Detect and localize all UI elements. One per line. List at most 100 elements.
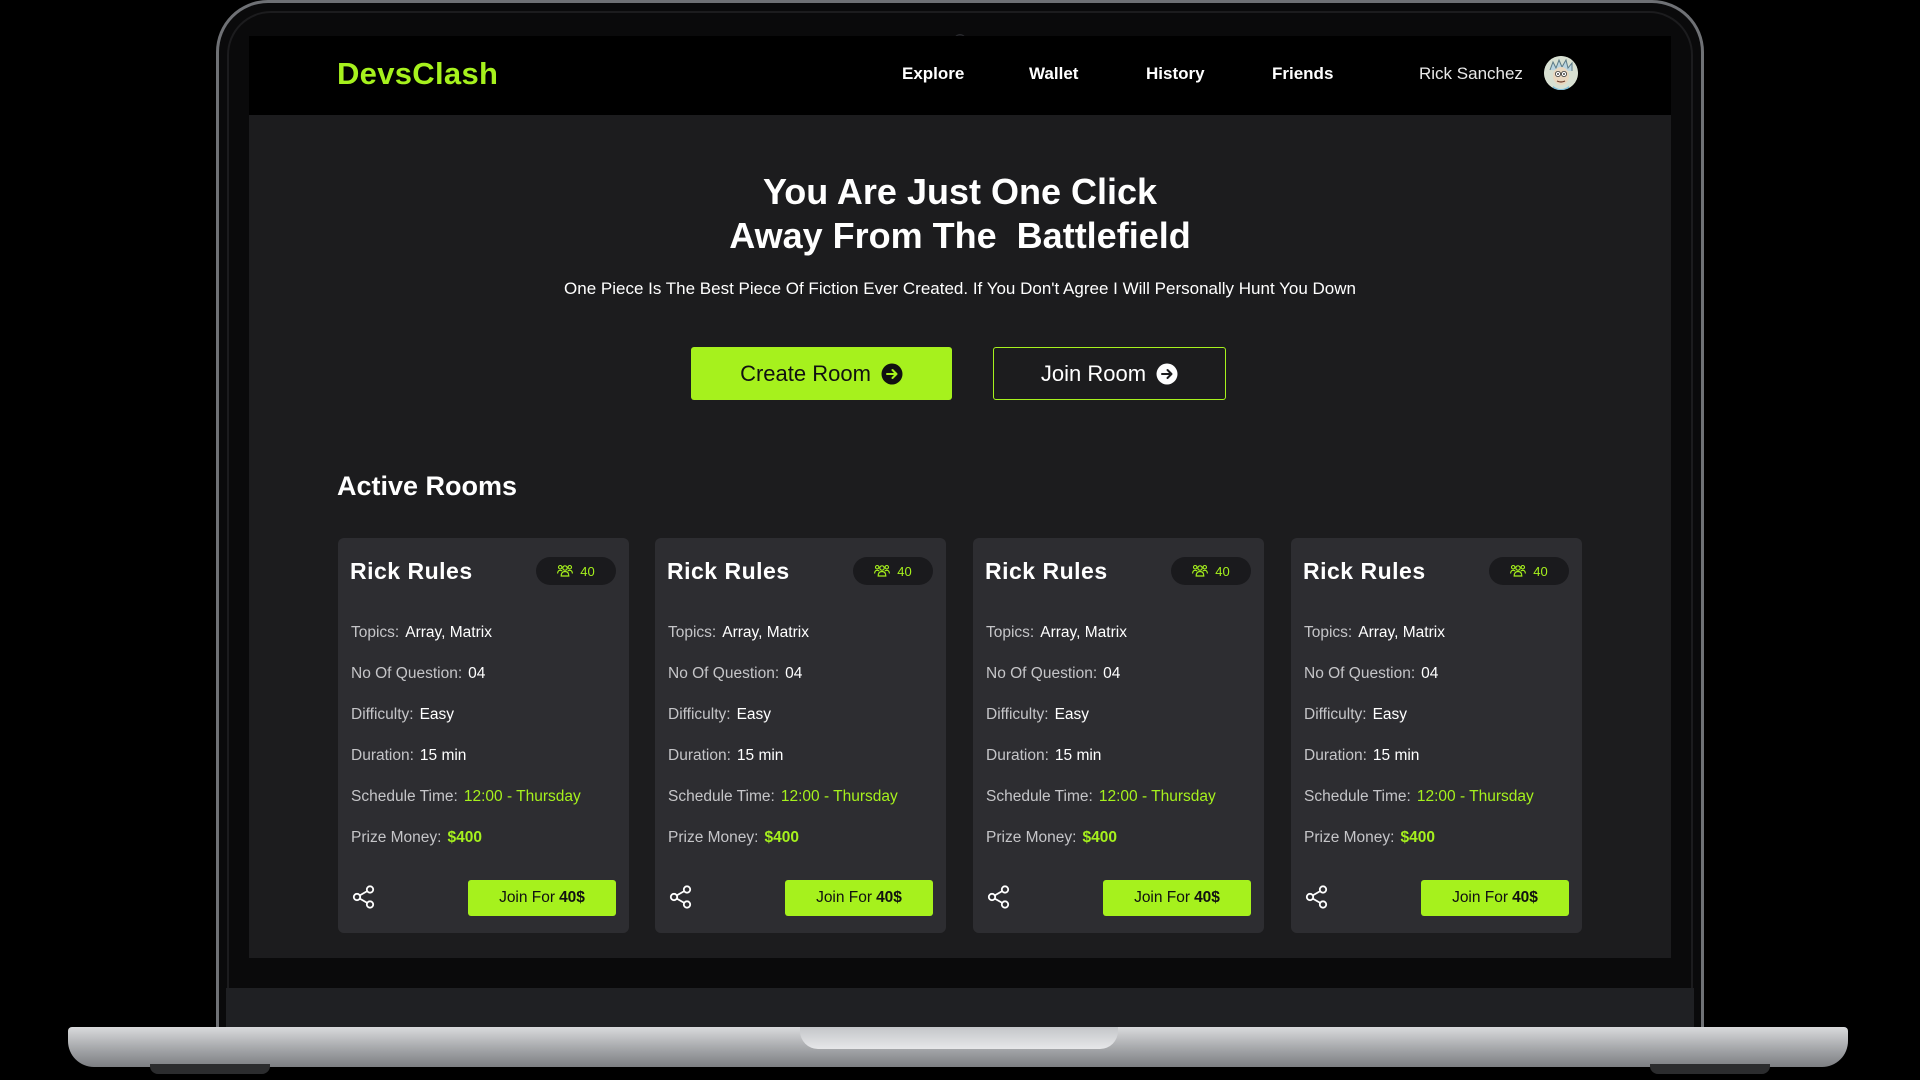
prize-value: $400 [447,829,482,846]
people-group-icon [874,564,891,577]
topics-row: Topics: Array, Matrix [986,624,1127,642]
avatar[interactable] [1544,56,1578,90]
topics-value: Array, Matrix [405,624,492,641]
join-for-button[interactable]: Join For 40$ [785,880,933,916]
duration-value: 15 min [419,747,467,764]
questions-value: 04 [468,665,486,682]
active-rooms-title: Active Rooms [337,471,518,501]
duration-value: 15 min [1054,747,1102,764]
players-badge: 40 [1489,557,1569,585]
schedule-value: 12:00 - Thursday [1098,788,1216,805]
schedule-label: Schedule Time: [351,788,458,805]
duration-label: Duration: [351,747,414,764]
share-icon[interactable] [1304,884,1330,910]
app-screen: DevsClash Explore Wallet History Friends… [249,36,1671,958]
hero-subtitle: One Piece Is The Best Piece Of Fiction E… [564,279,1356,298]
questions-row: No Of Question: 04 [351,665,485,683]
questions-row: No Of Question: 04 [668,665,802,683]
prize-value: $400 [1082,829,1117,846]
duration-label: Duration: [668,747,731,764]
topics-label: Topics: [1304,624,1353,641]
create-room-button[interactable]: Create Room [691,347,952,400]
schedule-value: 12:00 - Thursday [463,788,581,805]
laptop-foot-right [1650,1064,1770,1074]
app-logo[interactable]: DevsClash [337,56,498,92]
hero-title: You Are Just One Click Away From The Bat… [249,170,1671,258]
questions-value: 04 [1103,665,1121,682]
laptop-bottom-bezel [226,988,1694,1028]
people-group-icon [1192,564,1209,577]
duration-row: Duration: 15 min [668,747,783,765]
prize-value: $400 [764,829,799,846]
duration-value: 15 min [1372,747,1420,764]
schedule-label: Schedule Time: [1304,788,1411,805]
room-name: Rick Rules [985,558,1108,584]
difficulty-label: Difficulty: [668,706,731,723]
join-for-amount: 40$ [1194,889,1220,906]
questions-value: 04 [1421,665,1439,682]
prize-row: Prize Money: $400 [986,829,1117,847]
nav-explore[interactable]: Explore [902,64,964,84]
questions-row: No Of Question: 04 [1304,665,1438,683]
topics-row: Topics: Array, Matrix [1304,624,1445,642]
questions-value: 04 [785,665,803,682]
share-icon[interactable] [986,884,1012,910]
difficulty-label: Difficulty: [351,706,414,723]
share-icon[interactable] [351,884,377,910]
laptop-notch [800,1027,1118,1049]
join-for-label: Join For [816,889,873,906]
top-nav: DevsClash Explore Wallet History Friends… [249,36,1671,115]
prize-label: Prize Money: [668,829,759,846]
difficulty-label: Difficulty: [1304,706,1367,723]
topics-row: Topics: Array, Matrix [351,624,492,642]
prize-row: Prize Money: $400 [1304,829,1435,847]
schedule-row: Schedule Time: 12:00 - Thursday [668,788,898,806]
room-name: Rick Rules [1303,558,1426,584]
duration-row: Duration: 15 min [1304,747,1419,765]
difficulty-value: Easy [419,706,455,723]
players-badge: 40 [853,557,933,585]
nav-friends[interactable]: Friends [1272,64,1333,84]
people-group-icon [1510,564,1527,577]
nav-history[interactable]: History [1146,64,1205,84]
players-badge: 40 [536,557,616,585]
people-group-icon [557,564,574,577]
topics-row: Topics: Array, Matrix [668,624,809,642]
players-count: 40 [897,563,912,579]
join-for-button[interactable]: Join For 40$ [1103,880,1251,916]
create-room-label: Create Room [740,360,871,386]
join-room-button[interactable]: Join Room [993,347,1226,400]
schedule-row: Schedule Time: 12:00 - Thursday [351,788,581,806]
join-room-label: Join Room [1040,360,1147,386]
schedule-value: 12:00 - Thursday [1416,788,1534,805]
share-icon[interactable] [668,884,694,910]
hero-title-line-1: You Are Just One Click [762,171,1158,212]
room-card: Rick Rules 40 Topics: Array, Matrix No Of… [655,538,946,933]
prize-row: Prize Money: $400 [668,829,799,847]
players-count: 40 [580,563,595,579]
arrow-right-circle-icon [1156,363,1178,385]
join-for-amount: 40$ [559,889,585,906]
arrow-right-circle-icon [881,363,903,385]
topics-label: Topics: [351,624,400,641]
user-name[interactable]: Rick Sanchez [1419,64,1523,84]
topics-value: Array, Matrix [1358,624,1445,641]
duration-row: Duration: 15 min [986,747,1101,765]
duration-label: Duration: [986,747,1049,764]
laptop-foot-left [150,1064,270,1074]
prize-row: Prize Money: $400 [351,829,482,847]
join-for-button[interactable]: Join For 40$ [468,880,616,916]
duration-label: Duration: [1304,747,1367,764]
difficulty-label: Difficulty: [986,706,1049,723]
players-badge: 40 [1171,557,1251,585]
duration-value: 15 min [736,747,784,764]
room-card: Rick Rules 40 Topics: Array, Matrix No Of… [338,538,629,933]
prize-label: Prize Money: [986,829,1077,846]
difficulty-row: Difficulty: Easy [351,706,454,724]
difficulty-value: Easy [1372,706,1408,723]
room-name: Rick Rules [667,558,790,584]
topics-value: Array, Matrix [722,624,809,641]
nav-wallet[interactable]: Wallet [1029,64,1078,84]
room-card: Rick Rules 40 Topics: Array, Matrix No Of… [973,538,1264,933]
join-for-button[interactable]: Join For 40$ [1421,880,1569,916]
